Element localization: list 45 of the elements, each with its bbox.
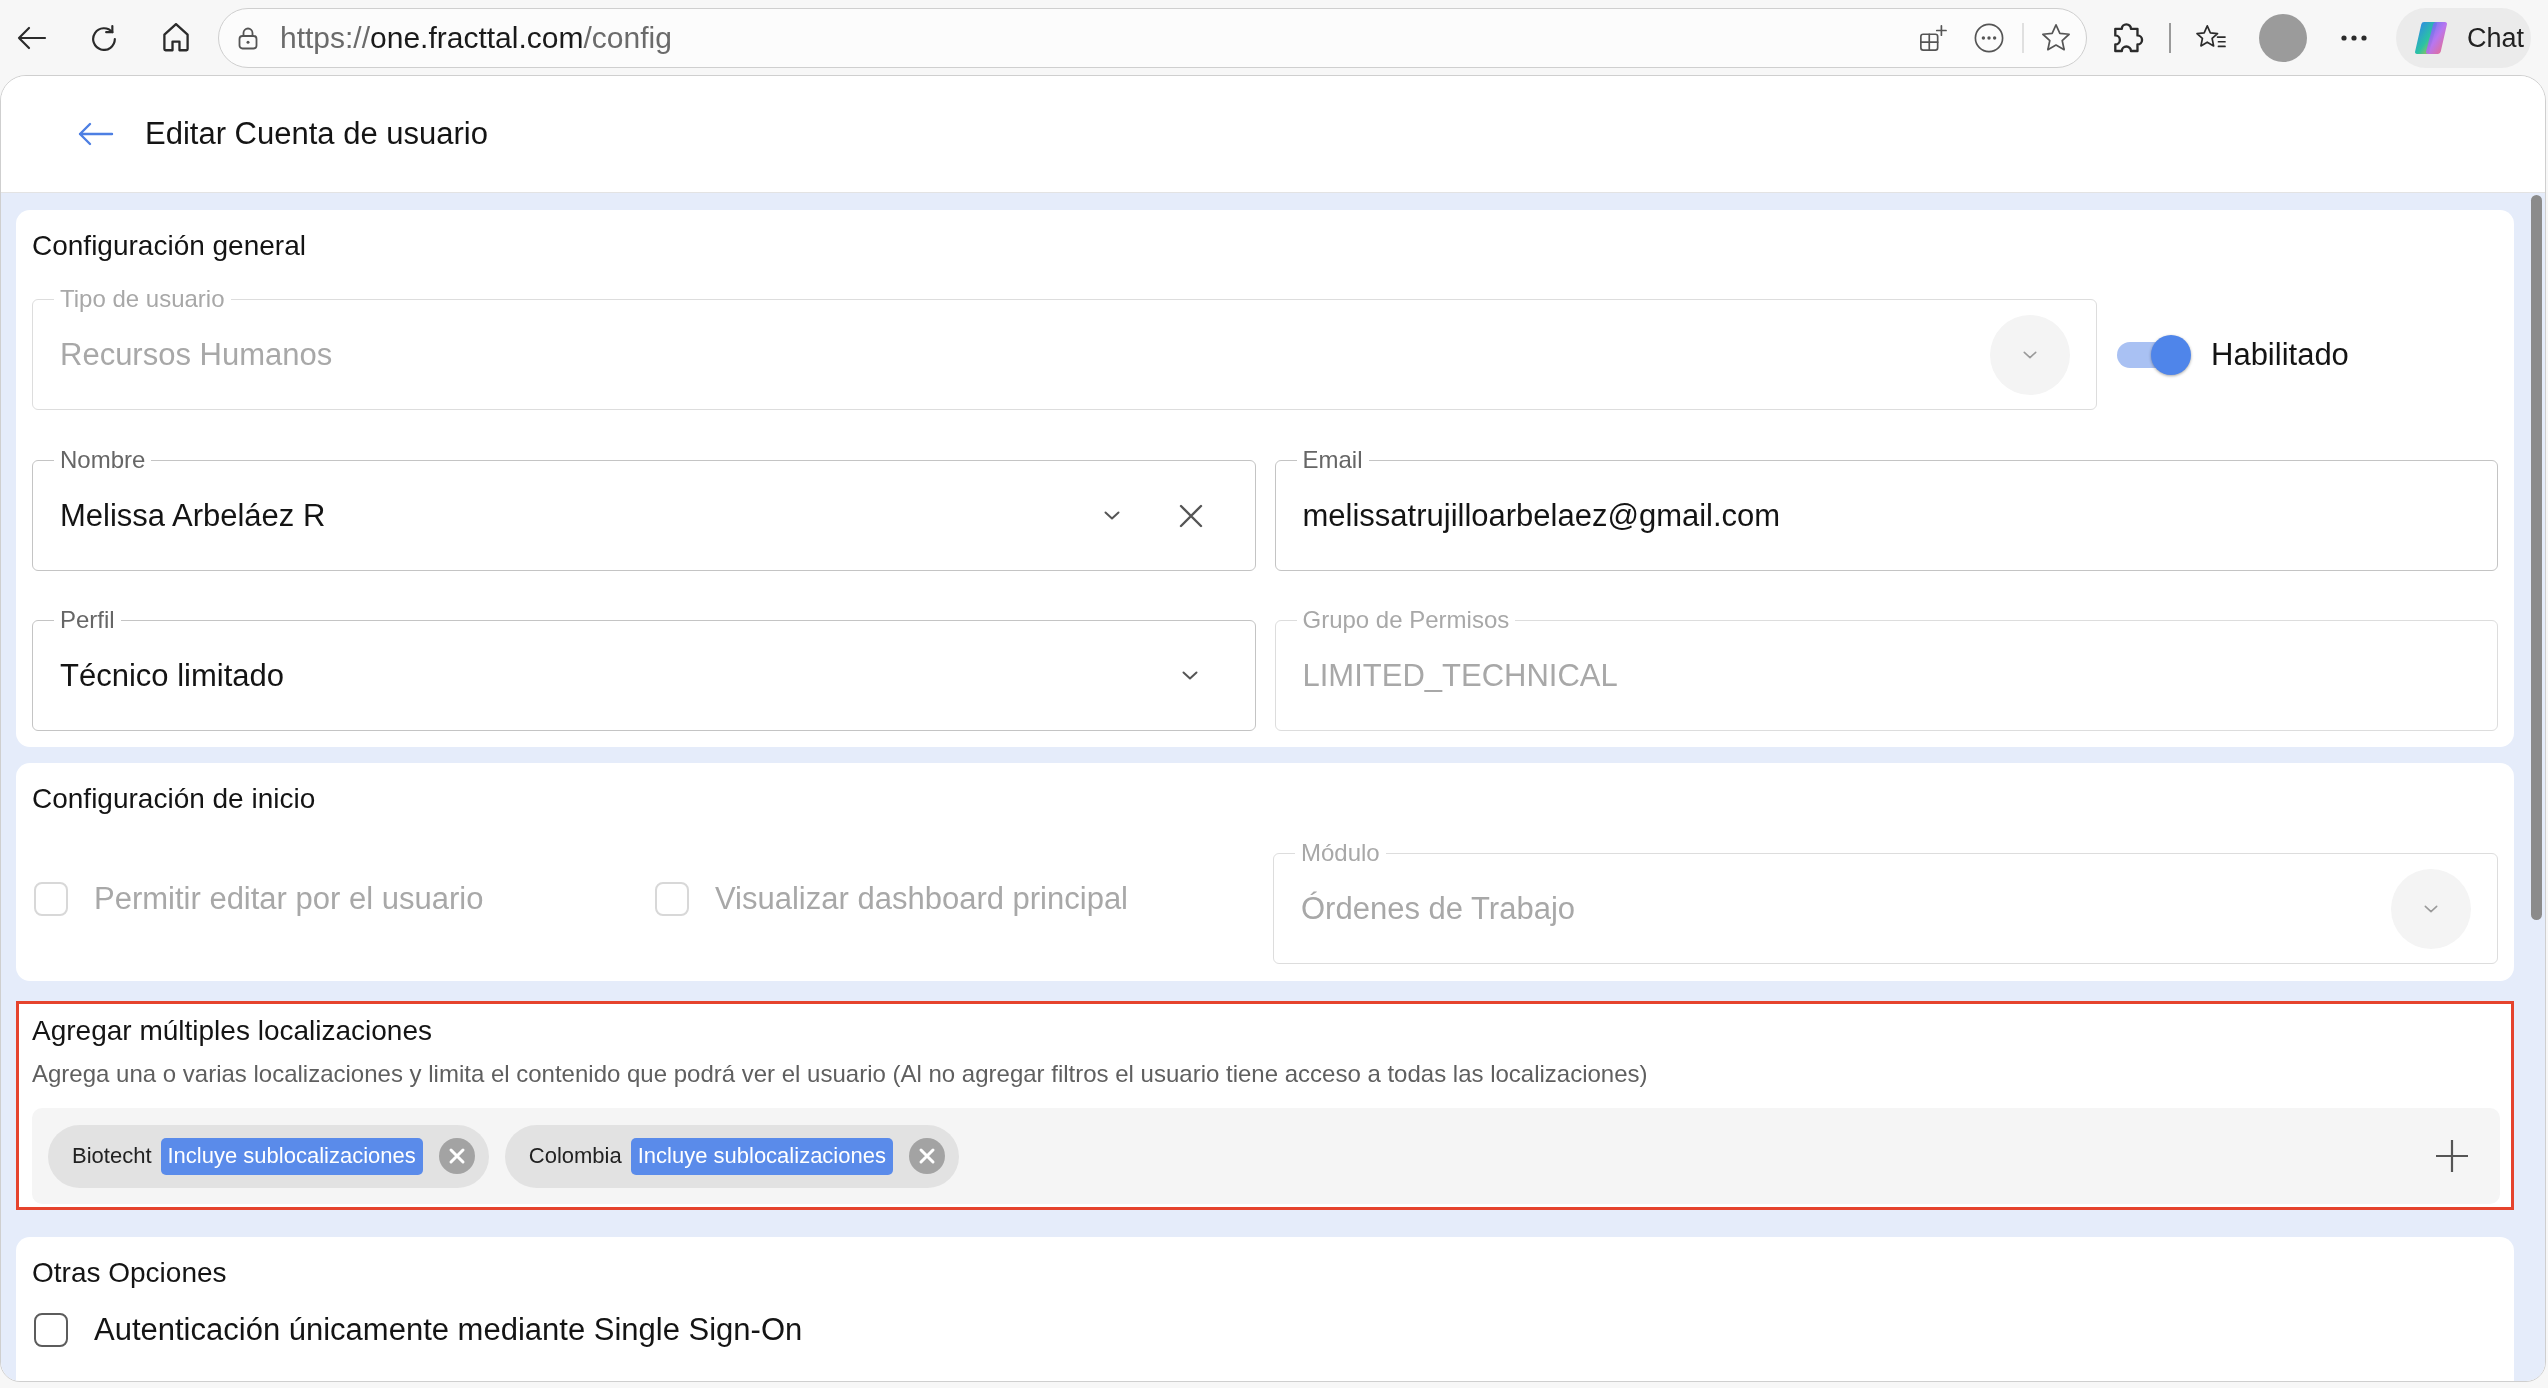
url-text[interactable]: https://one.fracttal.com/config xyxy=(280,19,672,56)
address-bar[interactable]: https://one.fracttal.com/config xyxy=(218,7,2087,68)
chat-button[interactable]: Chat xyxy=(2396,7,2531,68)
sublocations-tag: Incluye sublocalizaciones xyxy=(160,1137,423,1175)
checkbox-label: Autenticación únicamente mediante Single Sign-On xyxy=(94,1311,803,1349)
sublocations-tag: Incluye sublocalizaciones xyxy=(630,1137,893,1175)
location-chips-field[interactable]: Biotecht Incluye sublocalizaciones Colombia Incluye sublocalizaciones xyxy=(32,1108,2500,1204)
field-label: Grupo de Permisos xyxy=(1301,607,1511,633)
reload-icon[interactable] xyxy=(92,24,116,51)
section-title: Configuración general xyxy=(32,229,307,263)
toggle-label: Habilitado xyxy=(2211,335,2349,374)
clear-icon[interactable] xyxy=(1178,503,1203,528)
toggle-switch[interactable] xyxy=(2117,334,2191,375)
star-icon[interactable] xyxy=(2041,22,2071,53)
location-name: Biotecht xyxy=(72,1142,152,1170)
field-label: Nombre xyxy=(59,447,147,473)
home-icon[interactable] xyxy=(163,23,189,52)
grid-plus-icon[interactable] xyxy=(1919,23,1947,52)
checkbox-label: Permitir editar por el usuario xyxy=(94,880,484,918)
section-title: Agregar múltiples localizaciones xyxy=(32,1014,433,1048)
page-title: Editar Cuenta de usuario xyxy=(145,115,488,153)
lock-icon xyxy=(238,25,258,50)
field-label: Módulo xyxy=(1300,840,1381,866)
swirl-logo-icon xyxy=(2414,20,2448,55)
checkbox-label: Visualizar dashboard principal xyxy=(715,880,1128,918)
scrollbar-thumb[interactable] xyxy=(2531,195,2542,920)
section-description: Agrega una o varias localizaciones y limita el contenido que podrá ver el usuario (Al no agregar filtros el usuario tiene acceso a todas las localizaciones) xyxy=(32,1059,1649,1089)
chevron-down-icon[interactable] xyxy=(1103,511,1120,520)
field-label: Email xyxy=(1301,447,1364,473)
more-icon[interactable] xyxy=(2341,34,2367,41)
section-title: Configuración de inicio xyxy=(32,782,317,816)
field-label: Perfil xyxy=(59,607,116,633)
location-chip[interactable]: Colombia Incluye sublocalizaciones xyxy=(504,1124,959,1188)
ellipsis-circle-icon[interactable] xyxy=(1974,22,2004,53)
avatar-placeholder[interactable] xyxy=(2259,13,2307,62)
section-title: Otras Opciones xyxy=(32,1256,228,1290)
puzzle-icon[interactable] xyxy=(2114,22,2144,53)
field-label: Tipo de usuario xyxy=(59,286,226,312)
location-chip[interactable]: Biotecht Incluye sublocalizaciones xyxy=(48,1124,489,1188)
checkbox[interactable] xyxy=(34,1313,68,1347)
location-name: Colombia xyxy=(528,1142,622,1170)
back-icon[interactable] xyxy=(17,25,47,50)
back-arrow-icon[interactable] xyxy=(78,122,114,146)
add-icon[interactable] xyxy=(2435,1139,2469,1173)
chevron-down-icon[interactable] xyxy=(1181,671,1198,680)
